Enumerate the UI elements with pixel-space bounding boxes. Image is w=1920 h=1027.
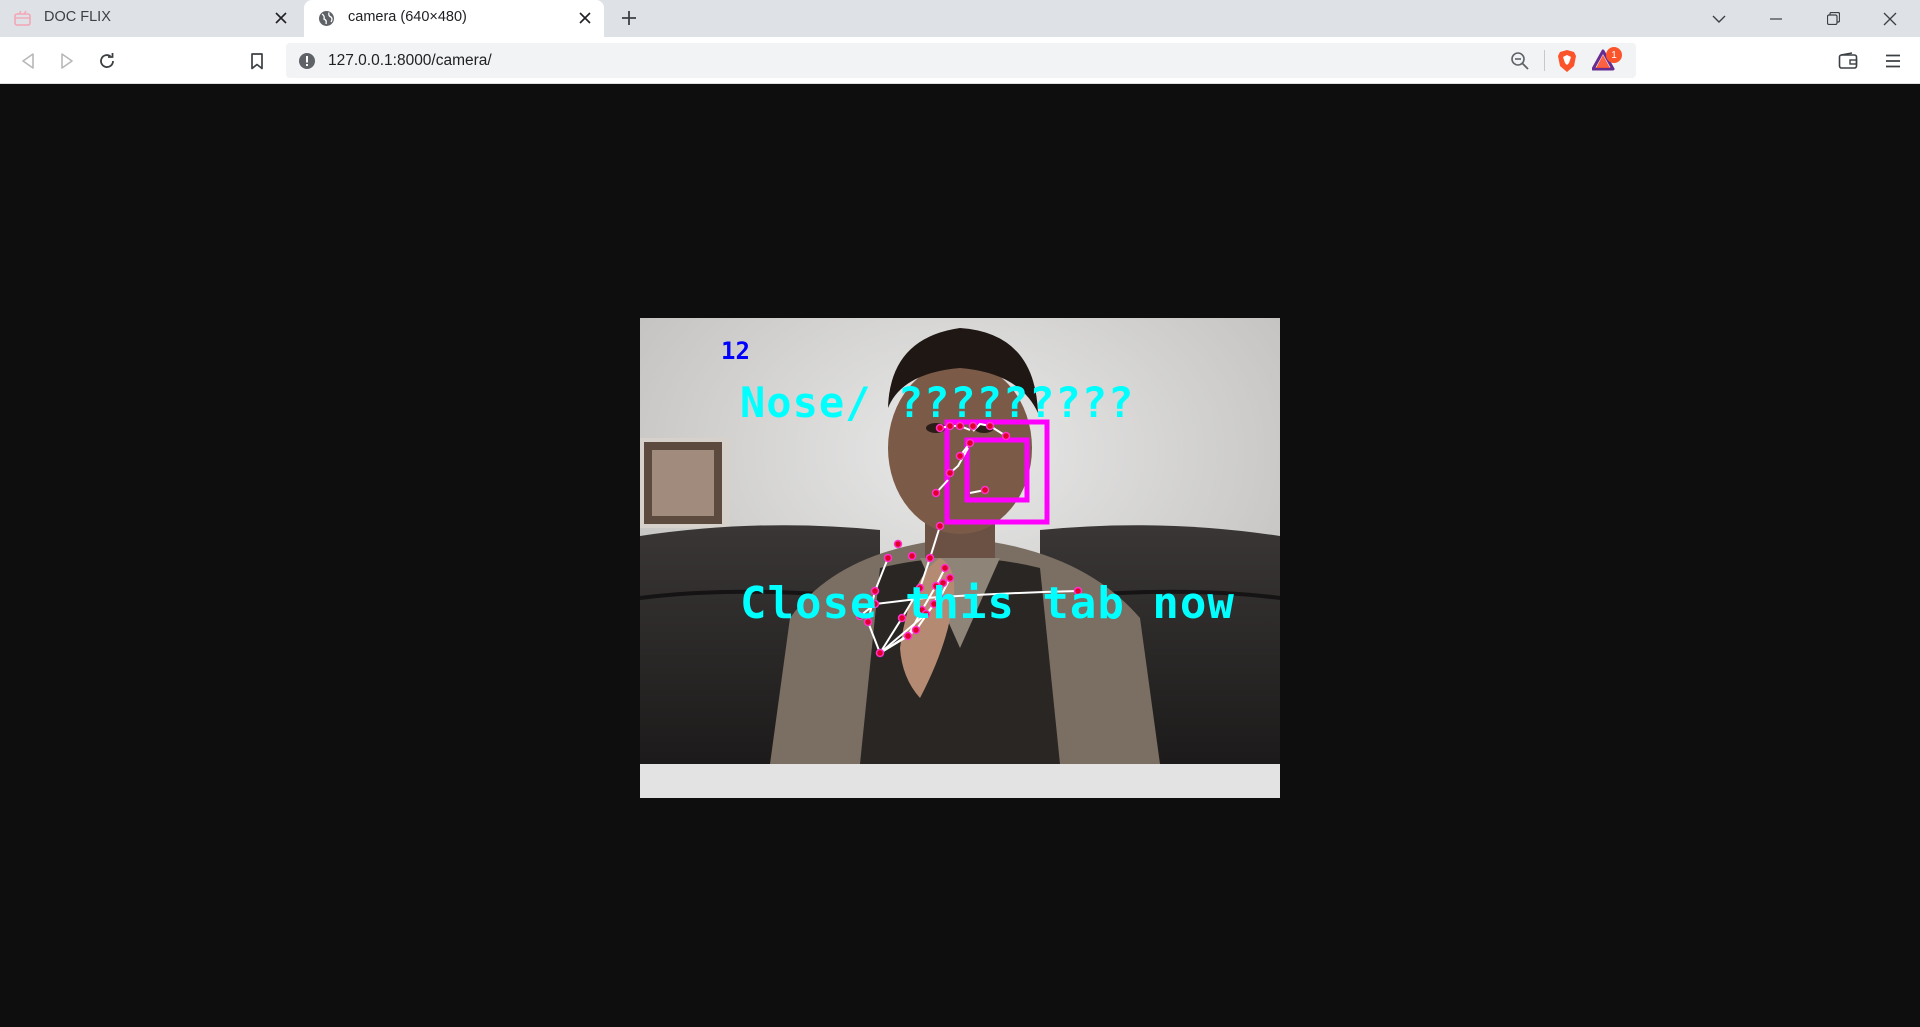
address-bar[interactable]: 127.0.0.1:8000/camera/ 1	[286, 43, 1636, 78]
nose-status-text: Nose/ ?????????	[740, 378, 1135, 427]
tab-doc-flix[interactable]: DOC FLIX	[0, 0, 300, 37]
close-tab-instruction: Close this tab now	[740, 578, 1235, 629]
url-text[interactable]: 127.0.0.1:8000/camera/	[328, 52, 492, 70]
menu-button[interactable]	[1879, 47, 1907, 75]
tab-title: DOC FLIX	[44, 9, 111, 25]
wallet-button[interactable]	[1834, 47, 1862, 75]
frame-bottom-band	[640, 764, 1280, 798]
tab-strip: DOC FLIX camera (640×480)	[0, 0, 1920, 37]
reload-button[interactable]	[93, 47, 121, 75]
hamburger-menu-icon	[1886, 54, 1900, 68]
divider	[1544, 50, 1545, 71]
bookmark-button[interactable]	[243, 47, 271, 75]
chevron-down-icon	[1712, 15, 1726, 23]
wall-picture	[640, 438, 730, 528]
minimize-button[interactable]	[1753, 0, 1799, 37]
zoom-out-icon[interactable]	[1510, 51, 1530, 71]
tab-camera[interactable]: camera (640×480)	[304, 0, 604, 37]
close-icon	[1883, 12, 1897, 25]
globe-icon	[318, 10, 335, 27]
rewards-badge: 1	[1606, 47, 1622, 63]
tab-title: camera (640×480)	[348, 9, 467, 25]
bookmark-icon	[251, 52, 263, 69]
back-button[interactable]	[14, 47, 42, 75]
brave-shields-icon[interactable]	[1556, 49, 1578, 73]
page-content: 12 Nose/ ????????? Close this tab now	[0, 84, 1920, 1027]
camera-feed: 12 Nose/ ????????? Close this tab now	[640, 318, 1280, 798]
new-tab-button[interactable]	[617, 6, 641, 30]
close-window-button[interactable]	[1867, 0, 1913, 37]
restore-icon	[1826, 12, 1840, 25]
site-info-icon[interactable]	[298, 52, 316, 70]
forward-arrow-icon	[61, 53, 73, 69]
plus-icon	[622, 11, 636, 25]
doc-flix-icon	[14, 10, 31, 27]
minimize-icon	[1770, 17, 1782, 20]
fps-counter: 12	[721, 337, 750, 365]
forward-button[interactable]	[53, 47, 81, 75]
back-arrow-icon	[22, 53, 34, 69]
wallet-icon	[1838, 52, 1858, 69]
reload-icon	[100, 53, 114, 68]
close-tab-icon[interactable]	[272, 9, 290, 27]
browser-toolbar: 127.0.0.1:8000/camera/ 1	[0, 37, 1920, 84]
tab-search-button[interactable]	[1696, 0, 1742, 37]
close-tab-icon[interactable]	[576, 9, 594, 27]
restore-button[interactable]	[1810, 0, 1856, 37]
